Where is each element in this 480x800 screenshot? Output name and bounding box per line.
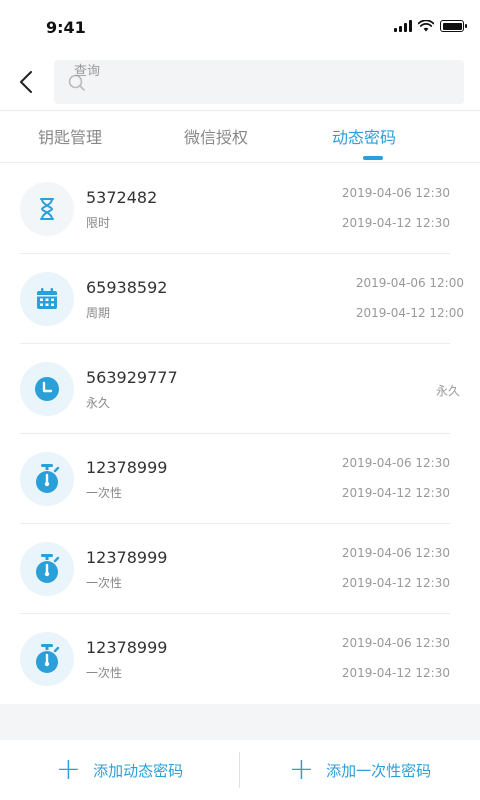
- password-type-icon: [20, 182, 74, 236]
- tab-dynamic-password[interactable]: 动态密码: [332, 124, 396, 148]
- password-type: 永久: [86, 396, 111, 410]
- plus-icon: +: [288, 752, 315, 787]
- tab-key-management[interactable]: 钥匙管理: [38, 124, 102, 148]
- tab-active-indicator: [363, 156, 383, 160]
- password-type-icon: [20, 632, 74, 686]
- list-item[interactable]: 65938592 周期 2019-04-06 12:00 2019-04-12 …: [0, 254, 480, 344]
- password-code: 5372482: [86, 188, 158, 207]
- stopwatch-icon: [36, 464, 60, 493]
- header: [0, 56, 480, 110]
- add-dynamic-password-button[interactable]: + 添加动态密码: [0, 740, 239, 800]
- end-time: 2019-04-12 12:30: [341, 486, 450, 500]
- password-type: 周期: [86, 306, 111, 320]
- signal-icon: [394, 20, 412, 32]
- password-type: 限时: [86, 216, 111, 230]
- password-code: 12378999: [86, 638, 168, 657]
- password-type: 一次性: [86, 576, 123, 590]
- add-dynamic-password-label: 添加动态密码: [93, 761, 184, 780]
- list-item[interactable]: 12378999 一次性 2019-04-06 12:30 2019-04-12…: [0, 434, 480, 524]
- start-time: 2019-04-06 12:30: [341, 186, 450, 200]
- list-item[interactable]: 563929777 永久 永久: [0, 344, 480, 434]
- password-type: 一次性: [86, 666, 123, 680]
- start-time: 2019-04-06 12:30: [341, 456, 450, 470]
- bottom-action-bar: + 添加动态密码 + 添加一次性密码: [0, 740, 480, 800]
- tabs-divider: [0, 162, 480, 163]
- chevron-left-icon: [20, 71, 32, 93]
- start-time: 2019-04-06 12:30: [341, 546, 450, 560]
- password-code: 12378999: [86, 548, 168, 567]
- tab-wechat-authorization[interactable]: 微信授权: [184, 124, 248, 148]
- end-time: 2019-04-12 12:30: [341, 576, 450, 590]
- wifi-icon: [418, 20, 434, 32]
- password-type-icon: [20, 452, 74, 506]
- search-input[interactable]: [74, 60, 454, 82]
- list-item[interactable]: 12378999 一次性 2019-04-06 12:30 2019-04-12…: [0, 614, 480, 704]
- validity-permanent: 永久: [435, 384, 460, 398]
- plus-icon: +: [55, 752, 82, 787]
- password-code: 563929777: [86, 368, 178, 387]
- battery-icon: [440, 20, 467, 32]
- list-item[interactable]: 12378999 一次性 2019-04-06 12:30 2019-04-12…: [0, 524, 480, 614]
- tab-bar: 钥匙管理 微信授权 动态密码: [0, 112, 480, 162]
- calendar-icon: [37, 288, 57, 309]
- stopwatch-icon: [36, 644, 60, 673]
- end-time: 2019-04-12 12:30: [341, 216, 450, 230]
- status-bar: 9:41: [0, 0, 480, 54]
- hourglass-icon: [40, 198, 54, 220]
- end-time: 2019-04-12 12:30: [341, 666, 450, 680]
- start-time: 2019-04-06 12:00: [355, 276, 464, 290]
- start-time: 2019-04-06 12:30: [341, 636, 450, 650]
- password-code: 65938592: [86, 278, 168, 297]
- password-type: 一次性: [86, 486, 123, 500]
- add-one-time-password-label: 添加一次性密码: [326, 761, 432, 780]
- back-button[interactable]: [10, 64, 42, 100]
- password-type-icon: [20, 272, 74, 326]
- list-item[interactable]: 5372482 限时 2019-04-06 12:30 2019-04-12 1…: [0, 164, 480, 254]
- search-box[interactable]: [54, 60, 464, 104]
- clock-icon: [35, 377, 59, 401]
- password-type-icon: [20, 362, 74, 416]
- header-divider: [0, 110, 480, 111]
- status-icons: [394, 20, 467, 32]
- password-code: 12378999: [86, 458, 168, 477]
- stopwatch-icon: [36, 554, 60, 583]
- add-one-time-password-button[interactable]: + 添加一次性密码: [240, 740, 480, 800]
- password-list: 5372482 限时 2019-04-06 12:30 2019-04-12 1…: [0, 164, 480, 704]
- status-time: 9:41: [46, 18, 86, 37]
- password-type-icon: [20, 542, 74, 596]
- list-footer-spacer: [0, 704, 480, 740]
- end-time: 2019-04-12 12:00: [355, 306, 464, 320]
